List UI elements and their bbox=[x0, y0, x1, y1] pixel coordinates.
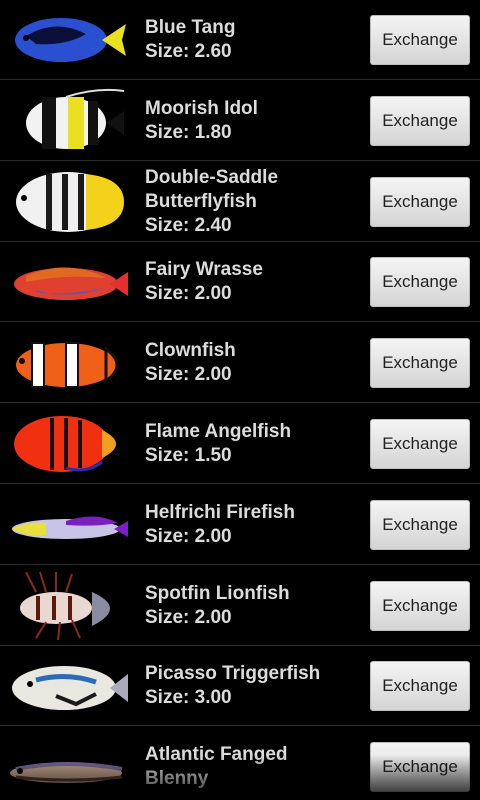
butterflyfish-icon bbox=[6, 168, 130, 236]
exchange-button[interactable]: Exchange bbox=[370, 419, 470, 469]
blenny-icon bbox=[6, 733, 130, 800]
fish-info: Atlantic Fanged Blenny bbox=[145, 727, 355, 800]
exchange-button[interactable]: Exchange bbox=[370, 661, 470, 711]
fish-size: Size: 2.00 bbox=[145, 364, 232, 385]
fish-info: Blue Tang Size: 2.60 bbox=[145, 0, 355, 80]
fish-info: Moorish Idol Size: 1.80 bbox=[145, 81, 355, 161]
fish-name: Fairy Wrasse bbox=[145, 259, 263, 280]
fish-size: Size: 2.00 bbox=[145, 526, 232, 547]
exchange-button[interactable]: Exchange bbox=[370, 742, 470, 792]
fish-size: Size: 1.80 bbox=[145, 122, 232, 143]
fish-name: Spotfin Lionfish bbox=[145, 583, 290, 604]
lionfish-icon bbox=[6, 572, 130, 640]
exchange-button[interactable]: Exchange bbox=[370, 15, 470, 65]
fish-row: Picasso Triggerfish Size: 3.00 Exchange bbox=[0, 646, 480, 726]
fish-size: Size: 2.00 bbox=[145, 607, 232, 628]
fish-info: Picasso Triggerfish Size: 3.00 bbox=[145, 646, 355, 726]
fish-row: Helfrichi Firefish Size: 2.00 Exchange bbox=[0, 485, 480, 565]
fish-size: Size: 3.00 bbox=[145, 687, 232, 708]
fairy-wrasse-icon bbox=[6, 248, 130, 316]
fish-size: Size: 2.40 bbox=[145, 215, 232, 236]
fish-info: Clownfish Size: 2.00 bbox=[145, 323, 355, 403]
fish-info: Flame Angelfish Size: 1.50 bbox=[145, 404, 355, 484]
fish-info: Double-Saddle Butterflyfish Size: 2.40 bbox=[145, 162, 355, 242]
fish-row: Clownfish Size: 2.00 Exchange bbox=[0, 323, 480, 403]
fish-size: Size: 2.60 bbox=[145, 41, 232, 62]
fish-list[interactable]: Blue Tang Size: 2.60 Exchange Moorish Idol… bbox=[0, 0, 480, 800]
fish-info: Helfrichi Firefish Size: 2.00 bbox=[145, 485, 355, 565]
exchange-button[interactable]: Exchange bbox=[370, 500, 470, 550]
exchange-button[interactable]: Exchange bbox=[370, 257, 470, 307]
clownfish-icon bbox=[6, 329, 130, 397]
fish-row: Spotfin Lionfish Size: 2.00 Exchange bbox=[0, 566, 480, 646]
fish-info: Spotfin Lionfish Size: 2.00 bbox=[145, 566, 355, 646]
fish-name: Helfrichi Firefish bbox=[145, 502, 295, 523]
fish-name: Clownfish bbox=[145, 340, 236, 361]
triggerfish-icon bbox=[6, 652, 130, 720]
fish-row: Flame Angelfish Size: 1.50 Exchange bbox=[0, 404, 480, 484]
fish-row: Atlantic Fanged Blenny Exchange bbox=[0, 727, 480, 800]
firefish-icon bbox=[6, 491, 130, 559]
fish-size: Size: 2.00 bbox=[145, 283, 232, 304]
fish-name: Flame Angelfish bbox=[145, 421, 292, 442]
flame-angelfish-icon bbox=[6, 410, 130, 478]
fish-name: Atlantic Fanged Blenny bbox=[145, 744, 288, 789]
fish-name: Double-Saddle Butterflyfish bbox=[145, 167, 279, 212]
moorish-idol-icon bbox=[6, 87, 130, 155]
fish-name: Picasso Triggerfish bbox=[145, 663, 321, 684]
fish-name: Moorish Idol bbox=[145, 98, 258, 119]
exchange-button[interactable]: Exchange bbox=[370, 338, 470, 388]
fish-row: Blue Tang Size: 2.60 Exchange bbox=[0, 0, 480, 80]
fish-row: Fairy Wrasse Size: 2.00 Exchange bbox=[0, 242, 480, 322]
fish-size: Size: 1.50 bbox=[145, 445, 232, 466]
exchange-button[interactable]: Exchange bbox=[370, 96, 470, 146]
exchange-button[interactable]: Exchange bbox=[370, 581, 470, 631]
fish-row: Double-Saddle Butterflyfish Size: 2.40 Exc… bbox=[0, 162, 480, 242]
blue-tang-icon bbox=[6, 6, 130, 74]
fish-row: Moorish Idol Size: 1.80 Exchange bbox=[0, 81, 480, 161]
fish-info: Fairy Wrasse Size: 2.00 bbox=[145, 242, 355, 322]
exchange-button[interactable]: Exchange bbox=[370, 177, 470, 227]
fish-name: Blue Tang bbox=[145, 17, 236, 38]
